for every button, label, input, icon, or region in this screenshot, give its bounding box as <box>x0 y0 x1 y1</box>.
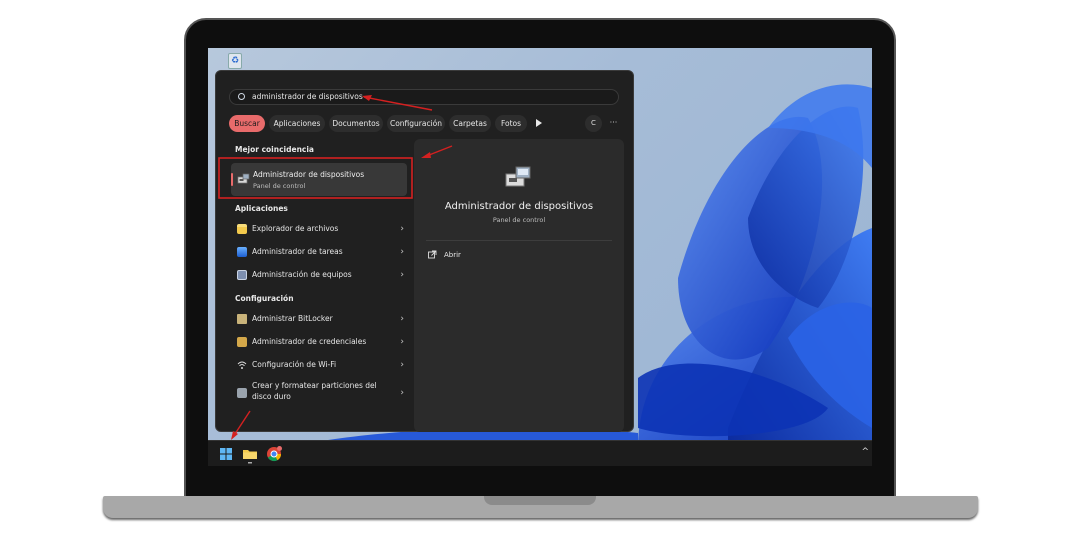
app-item-label: Administrador de tareas <box>252 247 343 256</box>
filter-chip-configuracion[interactable]: Configuración <box>387 115 445 132</box>
app-item-label: Explorador de archivos <box>252 224 339 233</box>
device-manager-icon <box>237 173 250 184</box>
recycle-bin-icon[interactable]: ♻ <box>228 53 242 69</box>
computer-management-icon <box>237 270 247 280</box>
windows-start-icon <box>220 448 232 460</box>
settings-item-label: Crear y formatear particiones del disco … <box>252 381 377 401</box>
best-match-title: Administrador de dispositivos <box>253 170 365 179</box>
start-menu: administrador de dispositivos Buscar Apl… <box>215 70 634 432</box>
settings-item-label: Administrador de credenciales <box>252 337 367 346</box>
wifi-icon <box>237 361 247 369</box>
taskbar-chrome[interactable] <box>264 444 284 464</box>
open-external-icon[interactable] <box>428 250 437 259</box>
taskbar-file-explorer[interactable] <box>240 444 260 464</box>
open-action[interactable]: Abrir <box>444 249 461 261</box>
app-item-task-manager[interactable]: Administrador de tareas › <box>233 242 407 262</box>
screen: ♻ administrador de dispositivos Buscar A… <box>208 48 872 466</box>
disk-management-icon <box>237 388 247 398</box>
more-options-button[interactable]: ··· <box>605 115 622 132</box>
app-item-label: Administración de equipos <box>252 270 352 279</box>
detail-title: Administrador de dispositivos <box>444 201 594 212</box>
app-item-explorer[interactable]: Explorador de archivos › <box>233 219 407 239</box>
folder-icon <box>243 450 257 464</box>
settings-item-bitlocker[interactable]: Administrar BitLocker › <box>233 309 407 329</box>
settings-item-label: Configuración de Wi-Fi <box>252 360 337 369</box>
search-box[interactable]: administrador de dispositivos <box>229 89 619 105</box>
filter-chip-fotos[interactable]: Fotos <box>495 115 527 132</box>
bitlocker-icon <box>237 314 247 324</box>
app-item-computer-management[interactable]: Administración de equipos › <box>233 265 407 285</box>
apps-heading: Aplicaciones <box>235 204 288 213</box>
settings-item-label: Administrar BitLocker <box>252 314 333 323</box>
filter-chip-carpetas[interactable]: Carpetas <box>449 115 491 132</box>
settings-heading: Configuración <box>235 294 294 303</box>
account-button[interactable]: C <box>585 115 602 132</box>
selection-accent <box>231 173 233 186</box>
filter-chip-documentos[interactable]: Documentos <box>329 115 383 132</box>
best-match-subtitle: Panel de control <box>253 182 306 190</box>
credential-manager-icon <box>237 337 247 347</box>
filter-bar: Buscar Aplicaciones Documentos Configura… <box>229 115 624 133</box>
chrome-icon <box>267 446 282 462</box>
start-button[interactable] <box>216 444 236 464</box>
chevron-right-icon: › <box>400 270 404 280</box>
chevron-right-icon: › <box>400 247 404 257</box>
detail-pane: Administrador de dispositivos Panel de c… <box>414 139 624 432</box>
filter-more-play-icon[interactable] <box>536 119 542 127</box>
folder-icon <box>237 224 247 234</box>
taskbar: ^ <box>208 440 872 466</box>
chevron-right-icon: › <box>400 224 404 234</box>
device-manager-icon <box>505 166 531 187</box>
best-match-heading: Mejor coincidencia <box>235 145 314 154</box>
settings-item-credentials[interactable]: Administrador de credenciales › <box>233 332 407 352</box>
chevron-right-icon: › <box>400 360 404 370</box>
best-match-item[interactable]: Administrador de dispositivos Panel de c… <box>231 163 407 196</box>
search-icon <box>238 93 245 100</box>
laptop-notch <box>484 496 596 505</box>
detail-subtitle: Panel de control <box>492 216 546 224</box>
settings-item-disk-partitions[interactable]: Crear y formatear particiones del disco … <box>233 381 407 405</box>
chevron-right-icon: › <box>400 388 404 398</box>
chevron-right-icon: › <box>400 337 404 347</box>
filter-chip-buscar[interactable]: Buscar <box>229 115 265 132</box>
detail-divider <box>426 240 612 241</box>
filter-chip-aplicaciones[interactable]: Aplicaciones <box>269 115 325 132</box>
settings-item-wifi[interactable]: Configuración de Wi-Fi › <box>233 355 407 375</box>
chevron-right-icon: › <box>400 314 404 324</box>
search-input[interactable]: administrador de dispositivos <box>252 90 363 104</box>
task-manager-icon <box>237 247 247 257</box>
tray-overflow-chevron[interactable]: ^ <box>861 447 869 457</box>
